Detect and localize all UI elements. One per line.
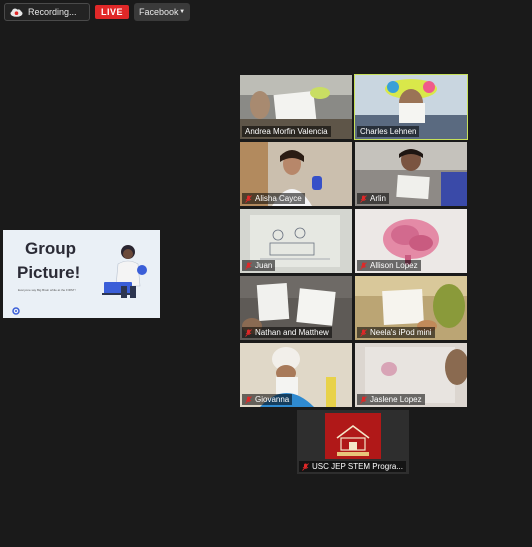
participant-tile-host[interactable]: USC JEP STEM Progra... (297, 410, 409, 474)
participant-name: Allison Lopez (357, 260, 421, 271)
chevron-down-icon: ▼ (179, 9, 186, 15)
meeting-toolbar: Recording... LIVE Facebook ▼ (4, 2, 191, 22)
muted-mic-icon (360, 328, 367, 337)
stream-target-label: Facebook (139, 7, 179, 17)
gear-icon (12, 307, 20, 315)
participant-tile-active-speaker[interactable]: Charles Lehnen (354, 74, 468, 140)
recording-label: Recording... (28, 7, 77, 17)
muted-mic-icon (360, 194, 367, 203)
slide-title-line1: Group (25, 239, 76, 258)
shared-slide[interactable]: Group Picture! Everyone say Big Brain wh… (3, 230, 160, 318)
live-badge: LIVE (95, 5, 130, 19)
participant-tile[interactable]: Giovanna (240, 343, 352, 407)
participant-name: USC JEP STEM Progra... (299, 461, 406, 472)
participant-name: Alisha Cayce (242, 193, 305, 204)
participant-name: Nathan and Matthew (242, 327, 332, 338)
muted-mic-icon (360, 395, 367, 404)
participant-tile[interactable]: Andrea Morfin Valencia (240, 75, 352, 139)
participant-name: Charles Lehnen (357, 126, 420, 137)
participant-tile[interactable]: Arlin (355, 142, 467, 206)
scientist-illustration (102, 245, 147, 298)
participant-name: Jaslene Lopez (357, 394, 425, 405)
participant-tile[interactable]: Allison Lopez (355, 209, 467, 273)
muted-mic-icon (245, 261, 252, 270)
participant-name: Arlin (357, 193, 390, 204)
participant-name: Juan (242, 260, 276, 271)
muted-mic-icon (245, 395, 252, 404)
muted-mic-icon (302, 462, 309, 471)
slide-subtitle: Everyone say Big Brain while at the FIRS… (18, 288, 76, 292)
participant-name: Neela's iPod mini (357, 327, 435, 338)
participant-tile[interactable]: Juan (240, 209, 352, 273)
participant-tile[interactable]: Alisha Cayce (240, 142, 352, 206)
muted-mic-icon (245, 194, 252, 203)
slide-title-line2: Picture! (17, 263, 81, 282)
participant-name: Giovanna (242, 394, 293, 405)
cloud-recording-icon (10, 8, 23, 17)
participant-tile[interactable]: Jaslene Lopez (355, 343, 467, 407)
participant-tile[interactable]: Nathan and Matthew (240, 276, 352, 340)
muted-mic-icon (245, 328, 252, 337)
participant-name: Andrea Morfin Valencia (242, 126, 331, 137)
recording-indicator[interactable]: Recording... (4, 3, 90, 21)
stream-target-dropdown[interactable]: Facebook ▼ (134, 3, 191, 21)
participant-tile[interactable]: Neela's iPod mini (355, 276, 467, 340)
muted-mic-icon (360, 261, 367, 270)
